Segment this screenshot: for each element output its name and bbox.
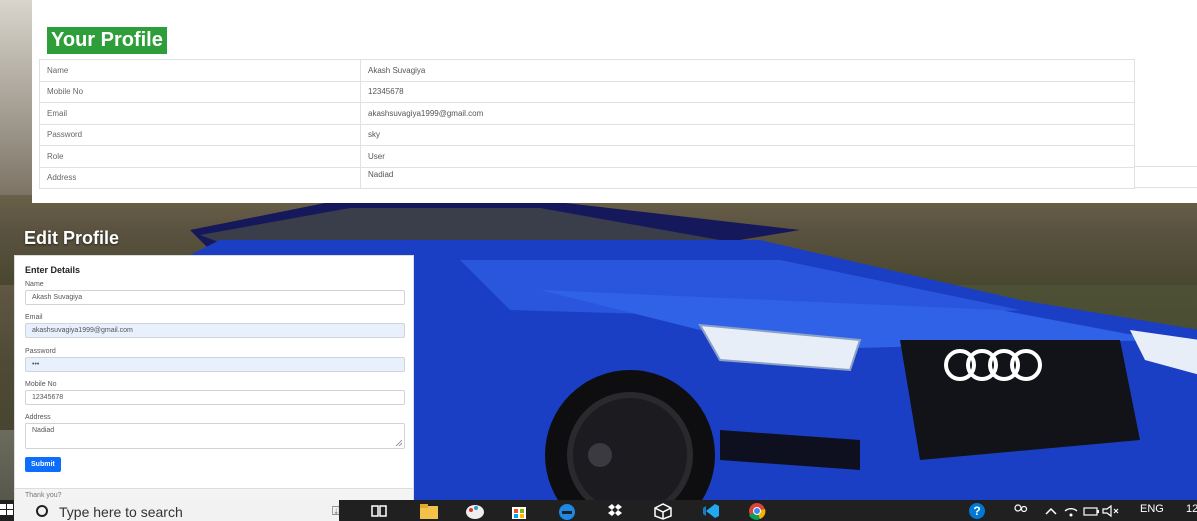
profile-key-name: Name (39, 59, 361, 82)
microphone-icon[interactable]: ⍗ (332, 503, 340, 519)
address-value: Nadiad (32, 427, 55, 434)
resize-grip-icon[interactable] (396, 440, 402, 446)
taskbar: Type here to search ⍗ ? ENG 12 (0, 500, 1197, 521)
file-explorer-icon[interactable] (418, 502, 440, 520)
profile-title: Your Profile (47, 27, 167, 54)
name-label: Name (25, 281, 44, 288)
password-field[interactable]: ••• (25, 357, 405, 372)
card-header: Enter Details (25, 265, 81, 275)
clock[interactable]: 12 (1186, 503, 1197, 515)
chevron-up-icon[interactable] (1040, 502, 1062, 520)
mobile-label: Mobile No (25, 381, 57, 388)
profile-key-email: Email (39, 102, 361, 125)
address-textarea[interactable]: Nadiad (25, 423, 405, 449)
table-row-extension (1135, 166, 1197, 188)
edit-profile-card: Enter Details Name Akash Suvagiya Email … (14, 255, 414, 501)
chrome-icon[interactable] (746, 502, 768, 520)
volume-muted-icon[interactable] (1100, 502, 1122, 520)
profile-key-address: Address (39, 166, 361, 189)
profile-value-email: akashsuvagiya1999@gmail.com (360, 102, 1135, 125)
profile-value-mobile: 12345678 (360, 80, 1135, 103)
people-icon[interactable] (1010, 502, 1032, 520)
windows-start-icon[interactable] (0, 503, 14, 517)
address-label: Address (25, 414, 51, 421)
email-field[interactable]: akashsuvagiya1999@gmail.com (25, 323, 405, 338)
taskbar-search-box[interactable]: Type here to search ⍗ (14, 500, 340, 521)
profile-panel: Your Profile Name Akash Suvagiya Mobile … (32, 0, 1197, 203)
language-indicator[interactable]: ENG (1140, 503, 1164, 515)
search-icon (36, 505, 48, 517)
svg-text:?: ? (973, 504, 980, 518)
edit-profile-title: Edit Profile (24, 228, 120, 248)
table-row: Password sky (39, 123, 1135, 146)
profile-value-password: sky (360, 123, 1135, 146)
package-icon[interactable] (652, 502, 674, 520)
table-row: Address Nadiad (39, 166, 1135, 189)
mobile-field[interactable]: 12345678 (25, 390, 405, 405)
paint-icon[interactable] (464, 502, 486, 520)
table-row: Name Akash Suvagiya (39, 59, 1135, 82)
wifi-icon[interactable] (1060, 502, 1082, 520)
profile-table: Name Akash Suvagiya Mobile No 12345678 E… (39, 59, 1135, 189)
profile-key-role: Role (39, 145, 361, 168)
vscode-icon[interactable] (700, 502, 722, 520)
submit-button[interactable]: Submit (25, 457, 61, 472)
profile-key-mobile: Mobile No (39, 80, 361, 103)
profile-value-address: Nadiad (360, 166, 1135, 189)
store-icon[interactable] (508, 502, 530, 520)
search-placeholder: Type here to search (59, 504, 183, 520)
email-label: Email (25, 314, 43, 321)
profile-value-role: User (360, 145, 1135, 168)
help-icon[interactable]: ? (966, 502, 988, 520)
table-row: Role User (39, 145, 1135, 168)
dropbox-icon[interactable] (604, 502, 626, 520)
table-row: Mobile No 12345678 (39, 80, 1135, 103)
task-view-icon[interactable] (368, 502, 390, 520)
edge-browser-icon[interactable] (556, 502, 578, 520)
footer-text: Thank you? (25, 492, 62, 499)
profile-value-name: Akash Suvagiya (360, 59, 1135, 82)
password-label: Password (25, 348, 56, 355)
profile-key-password: Password (39, 123, 361, 146)
table-row: Email akashsuvagiya1999@gmail.com (39, 102, 1135, 125)
name-input[interactable]: Akash Suvagiya (25, 290, 405, 305)
battery-icon[interactable] (1080, 502, 1102, 520)
